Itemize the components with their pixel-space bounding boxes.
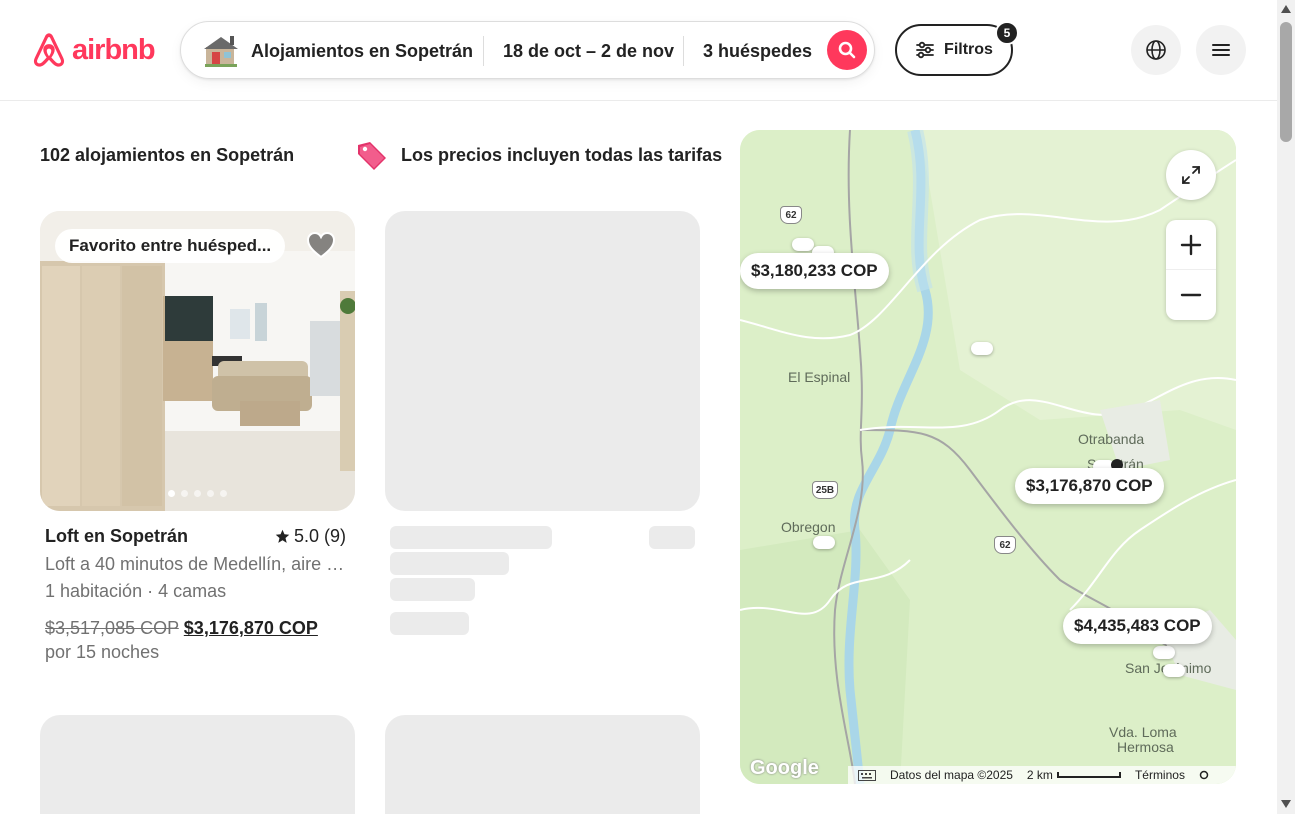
expand-icon	[1182, 166, 1200, 184]
search-icon	[838, 41, 856, 59]
search-divider	[483, 36, 484, 66]
bug-report-icon[interactable]	[1199, 770, 1209, 780]
search-location[interactable]: Alojamientos en Sopetrán	[251, 22, 473, 80]
map-mini-pin[interactable]	[813, 536, 835, 549]
zoom-in-button[interactable]	[1166, 220, 1216, 270]
search-divider	[683, 36, 684, 66]
original-price: $3,517,085 COP	[45, 618, 179, 638]
route-25b-shield: 25B	[812, 481, 838, 499]
heart-icon[interactable]	[305, 229, 337, 261]
map-price-pin[interactable]: $3,176,870 COP	[1015, 468, 1164, 504]
loading-line	[390, 612, 469, 635]
map-mini-pin[interactable]	[971, 342, 993, 355]
search-button[interactable]	[827, 30, 867, 70]
filters-label: Filtros	[944, 41, 993, 58]
discounted-price: $3,176,870 COP	[183, 618, 318, 638]
map-price-pin[interactable]: $3,180,233 COP	[740, 253, 889, 289]
listing-description: Loft a 40 minutos de Medellín, aire acon…	[45, 554, 350, 574]
photo-carousel-dots	[40, 490, 355, 497]
google-logo: Google	[750, 757, 819, 779]
airbnb-logo-text: airbnb	[72, 34, 156, 66]
carousel-dot[interactable]	[181, 490, 188, 497]
map-expand-button[interactable]	[1166, 150, 1216, 200]
map-attribution: Datos del mapa ©2025	[890, 768, 1013, 782]
map-price-pin[interactable]: $4,435,483 COP	[1063, 608, 1212, 644]
globe-icon	[1146, 40, 1166, 60]
scrollbar-thumb[interactable]	[1280, 22, 1292, 142]
scroll-down-arrow-icon[interactable]	[1281, 800, 1291, 808]
listing-beds: 1 habitación · 4 camas	[45, 581, 227, 601]
plus-icon	[1180, 234, 1202, 255]
star-icon	[275, 529, 290, 543]
listing-photo[interactable]: Favorito entre huésped...	[40, 211, 355, 511]
map-label-obregon: Obregon	[781, 519, 836, 535]
loading-line	[390, 552, 509, 575]
rating-value: 5.0 (9)	[294, 526, 347, 546]
carousel-dot[interactable]	[168, 490, 175, 497]
map-label-otrabanda: Otrabanda	[1078, 431, 1145, 447]
map-zoom-controls	[1166, 220, 1216, 320]
listing-rating: 5.0 (9)	[275, 526, 346, 547]
scale-bar-icon	[1056, 772, 1121, 778]
loading-card-image	[40, 715, 355, 814]
route-62-shield: 62	[994, 536, 1016, 554]
airbnb-logo[interactable]: airbnb	[30, 30, 156, 70]
map-mini-pin[interactable]	[1153, 646, 1175, 659]
header: airbnb Alojamientos en Sopetrán 18 de oc…	[0, 0, 1277, 101]
keyboard-icon[interactable]	[858, 769, 876, 781]
price-tag-icon	[358, 142, 386, 170]
zoom-out-button[interactable]	[1166, 270, 1216, 320]
search-dates[interactable]: 18 de oct – 2 de nov	[503, 22, 674, 80]
language-button[interactable]	[1131, 25, 1181, 75]
menu-button[interactable]	[1196, 25, 1246, 75]
map-mini-pin[interactable]	[1163, 664, 1185, 677]
map-footer: Datos del mapa ©2025 2 km Términos	[848, 766, 1236, 784]
minus-icon	[1180, 293, 1202, 297]
map[interactable]: El Espinal Otrabanda Sopetrán Obregon Sa…	[740, 130, 1236, 784]
listing-nights: por 15 noches	[45, 642, 160, 662]
carousel-dot[interactable]	[194, 490, 201, 497]
map-label-vda-loma: Vda. Loma	[1109, 724, 1177, 740]
page: airbnb Alojamientos en Sopetrán 18 de oc…	[0, 0, 1295, 814]
loading-line	[390, 526, 552, 549]
filters-button[interactable]: Filtros 5	[895, 21, 1019, 76]
carousel-dot[interactable]	[220, 490, 227, 497]
map-terrain	[740, 130, 1236, 784]
map-scale: 2 km	[1027, 768, 1121, 782]
map-scale-label: 2 km	[1026, 768, 1053, 782]
search-guests[interactable]: 3 huéspedes	[703, 22, 812, 80]
map-terms-link[interactable]: Términos	[1135, 768, 1185, 782]
results-count: 102 alojamientos en Sopetrán	[40, 145, 295, 165]
loading-card-image	[385, 715, 700, 814]
map-label-el-espinal: El Espinal	[788, 369, 851, 385]
route-62-shield: 62	[780, 206, 802, 224]
loading-line	[390, 578, 475, 601]
guest-favorite-badge: Favorito entre huésped...	[55, 229, 286, 263]
house-icon	[204, 36, 238, 67]
filters-count-badge: 5	[995, 21, 1019, 45]
scroll-up-arrow-icon[interactable]	[1281, 5, 1291, 13]
sliders-icon	[916, 41, 934, 59]
listing-price[interactable]: $3,517,085 COP $3,176,870 COP	[45, 618, 318, 639]
airbnb-logo-icon	[33, 33, 65, 67]
hamburger-menu-icon	[1212, 44, 1230, 56]
loading-line	[649, 526, 695, 549]
map-label-hermosa: Hermosa	[1117, 739, 1174, 755]
search-bar[interactable]: Alojamientos en Sopetrán 18 de oct – 2 d…	[180, 21, 875, 79]
listing-title[interactable]: Loft en Sopetrán	[45, 526, 188, 547]
price-includes-fees-note: Los precios incluyen todas las tarifas	[401, 145, 723, 165]
loading-card-image	[385, 211, 700, 511]
page-scrollbar[interactable]	[1277, 0, 1295, 814]
carousel-dot[interactable]	[207, 490, 214, 497]
map-mini-pin[interactable]	[792, 238, 814, 251]
